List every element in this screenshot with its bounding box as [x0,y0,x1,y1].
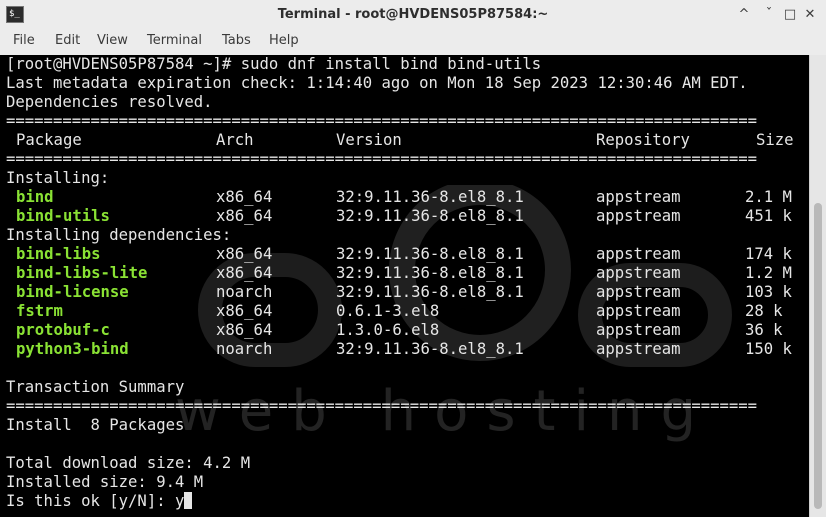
package-repo: appstream [596,188,681,206]
menu-view[interactable]: View [97,33,128,48]
package-version: 32:9.11.36-8.el8_8.1 [336,207,524,225]
package-name: bind-utils [16,207,110,225]
package-arch: x86_64 [216,188,273,206]
package-repo: appstream [596,321,681,339]
package-size: 150 k [745,340,792,358]
package-name: bind-license [16,283,129,301]
package-arch: noarch [216,340,273,358]
terminal-window: $_ Terminal - root@HVDENS05P87584:~ ^ ˇ … [0,0,826,517]
package-name: protobuf-c [16,321,110,339]
package-arch: x86_64 [216,207,273,225]
package-arch: x86_64 [216,321,273,339]
download-size: Total download size: 4.2 M [6,454,251,472]
package-size: 36 k [745,321,783,339]
package-size: 1.2 M [745,264,792,282]
header-arch: Arch [216,131,254,149]
package-repo: appstream [596,340,681,358]
package-repo: appstream [596,302,681,320]
table-header: Package Arch Version Repository Size [6,131,806,150]
installed-size: Installed size: 9.4 M [6,473,204,491]
package-version: 0.6.1-3.el8 [336,302,440,320]
maximize-button[interactable]: □ [781,6,799,24]
close-button[interactable]: ✕ [801,6,819,24]
package-arch: noarch [216,283,273,301]
package-arch: x86_64 [216,302,273,320]
header-size: Size [756,131,794,149]
package-repo: appstream [596,245,681,263]
table-row: bind-utils x86_64 32:9.11.36-8.el8_8.1 a… [6,207,806,226]
table-row: fstrm x86_64 0.6.1-3.el8 appstream 28 k [6,302,806,321]
menu-file[interactable]: File [13,33,35,48]
menu-tabs[interactable]: Tabs [222,33,251,48]
separator: ========================================… [6,397,758,415]
prompt-text: Is this ok [y/N]: y [6,492,185,510]
package-size: 103 k [745,283,792,301]
package-version: 32:9.11.36-8.el8_8.1 [336,188,524,206]
package-arch: x86_64 [216,245,273,263]
table-row: protobuf-c x86_64 1.3.0-6.el8 appstream … [6,321,806,340]
terminal-output[interactable]: web hosting [root@HVDENS05P87584 ~]# sud… [0,55,809,517]
separator: ========================================… [6,150,758,168]
menu-edit[interactable]: Edit [55,33,80,48]
package-size: 174 k [745,245,792,263]
metadata-line: Last metadata expiration check: 1:14:40 … [6,74,748,92]
separator: ========================================… [6,112,758,130]
table-row: bind-libs-lite x86_64 32:9.11.36-8.el8_8… [6,264,806,283]
dependencies-label: Installing dependencies: [6,226,232,244]
table-row: bind x86_64 32:9.11.36-8.el8_8.1 appstre… [6,188,806,207]
package-name: bind-libs-lite [16,264,148,282]
menu-bar: File Edit View Terminal Tabs Help [0,30,826,54]
package-arch: x86_64 [216,264,273,282]
package-name: python3-bind [16,340,129,358]
package-version: 1.3.0-6.el8 [336,321,440,339]
package-name: fstrm [16,302,63,320]
package-size: 451 k [745,207,792,225]
package-version: 32:9.11.36-8.el8_8.1 [336,264,524,282]
package-name: bind [16,188,54,206]
minimize-button[interactable]: ˇ [760,6,778,24]
package-version: 32:9.11.36-8.el8_8.1 [336,283,524,301]
text-cursor [184,492,193,509]
package-version: 32:9.11.36-8.el8_8.1 [336,340,524,358]
package-version: 32:9.11.36-8.el8_8.1 [336,245,524,263]
package-repo: appstream [596,283,681,301]
vertical-scrollbar[interactable] [809,55,826,517]
package-size: 28 k [745,302,783,320]
menu-terminal[interactable]: Terminal [147,33,202,48]
command-line: [root@HVDENS05P87584 ~]# sudo dnf instal… [6,55,542,73]
installing-label: Installing: [6,169,110,187]
dependencies-resolved-line: Dependencies resolved. [6,93,213,111]
scrollbar-thumb[interactable] [814,203,822,509]
header-repository: Repository [596,131,690,149]
package-repo: appstream [596,264,681,282]
header-version: Version [336,131,402,149]
window-title: Terminal - root@HVDENS05P87584:~ [277,7,549,22]
menu-help[interactable]: Help [269,33,299,48]
title-bar[interactable]: $_ Terminal - root@HVDENS05P87584:~ ^ ˇ … [0,0,826,31]
table-row: bind-libs x86_64 32:9.11.36-8.el8_8.1 ap… [6,245,806,264]
table-row: bind-license noarch 32:9.11.36-8.el8_8.1… [6,283,806,302]
package-name: bind-libs [16,245,101,263]
header-package: Package [16,131,82,149]
package-size: 2.1 M [745,188,792,206]
shade-up-icon[interactable]: ^ [735,6,753,24]
confirm-prompt[interactable]: Is this ok [y/N]: y [6,492,193,511]
transaction-summary-label: Transaction Summary [6,378,185,396]
package-repo: appstream [596,207,681,225]
table-row: python3-bind noarch 32:9.11.36-8.el8_8.1… [6,340,806,359]
install-count: Install 8 Packages [6,416,185,434]
